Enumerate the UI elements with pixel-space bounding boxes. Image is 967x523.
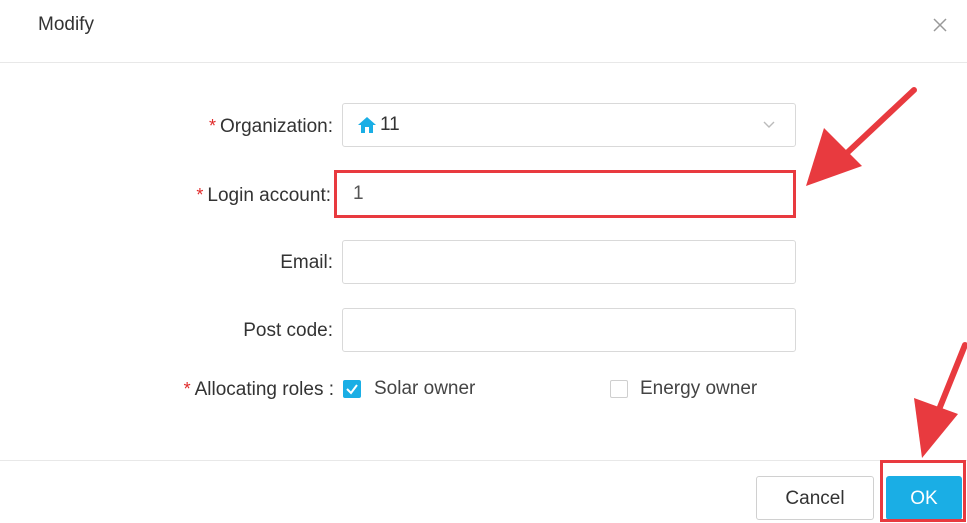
close-icon[interactable] xyxy=(929,14,951,36)
email-label: Email: xyxy=(280,252,333,273)
energy-owner-label[interactable]: Energy owner xyxy=(640,366,757,412)
dialog-header: Modify xyxy=(0,0,967,63)
login-account-label: * Login account: xyxy=(196,185,331,206)
login-account-row: * Login account: xyxy=(0,172,967,218)
post-code-field[interactable] xyxy=(342,308,796,352)
required-marker: * xyxy=(183,379,191,399)
organization-label: * Organization: xyxy=(208,116,333,137)
post-code-row: Post code: xyxy=(0,308,967,354)
chevron-down-icon xyxy=(763,121,775,128)
dialog-footer: Cancel OK xyxy=(0,460,967,523)
required-marker: * xyxy=(196,185,204,205)
login-account-field[interactable] xyxy=(338,172,794,216)
email-row: Email: xyxy=(0,240,967,286)
solar-owner-label[interactable]: Solar owner xyxy=(374,366,475,412)
modify-dialog: Modify * Organization: 11 * Login accoun… xyxy=(0,0,967,522)
ok-button[interactable]: OK xyxy=(886,476,962,520)
organization-row: * Organization: 11 xyxy=(0,103,967,149)
energy-owner-checkbox[interactable] xyxy=(610,380,628,398)
login-account-input[interactable] xyxy=(339,173,793,215)
post-code-label: Post code: xyxy=(243,320,333,341)
home-icon xyxy=(358,117,376,133)
solar-owner-checkbox[interactable] xyxy=(343,380,361,398)
dialog-title: Modify xyxy=(38,14,94,35)
allocating-roles-row: * Allocating roles : Solar owner Energy o… xyxy=(0,366,967,412)
email-input[interactable] xyxy=(343,241,795,283)
cancel-button[interactable]: Cancel xyxy=(756,476,874,520)
allocating-roles-label: * Allocating roles : xyxy=(183,379,334,400)
required-marker: * xyxy=(208,116,216,136)
organization-selected-value: 11 xyxy=(357,104,400,146)
organization-select[interactable]: 11 xyxy=(342,103,796,147)
checkmark-icon xyxy=(346,384,358,395)
email-field[interactable] xyxy=(342,240,796,284)
post-code-input[interactable] xyxy=(343,309,795,351)
